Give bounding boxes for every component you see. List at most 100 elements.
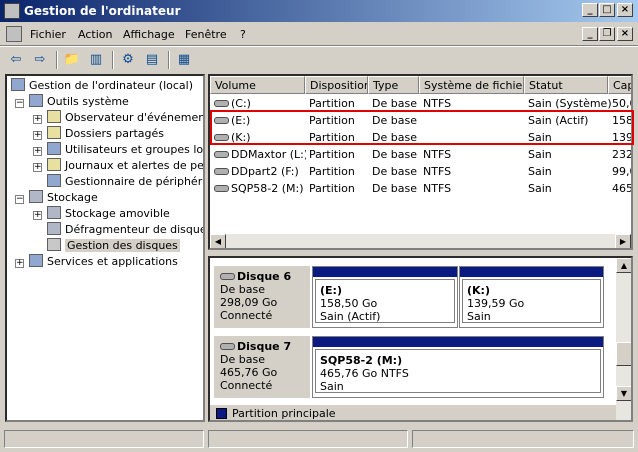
expand-toggle[interactable]: + xyxy=(33,131,42,140)
scroll-left-icon[interactable]: ◀ xyxy=(210,234,226,248)
disk-name: Disque 6 xyxy=(237,270,292,283)
volume-list[interactable]: Volume Disposition Type Système de fichi… xyxy=(208,74,633,250)
table-row[interactable]: SQP58-2 (M:) Partition De base NTFS Sain… xyxy=(210,180,633,197)
disk-graphical-view[interactable]: Disque 6 De base 298,09 Go Connecté (E:)… xyxy=(208,256,633,422)
status-panel xyxy=(208,430,408,448)
partition-band xyxy=(313,267,457,277)
disk-label-disque-6[interactable]: Disque 6 De base 298,09 Go Connecté xyxy=(214,266,310,328)
scroll-down-icon[interactable]: ▼ xyxy=(616,386,631,401)
partition-k[interactable]: (K:) 139,59 Go Sain xyxy=(459,266,604,328)
capacity-cell: 232, xyxy=(612,148,633,161)
drive-icon xyxy=(214,151,229,158)
expand-toggle[interactable]: + xyxy=(33,115,42,124)
column-header-statut[interactable]: Statut xyxy=(524,76,608,94)
type-cell: De base xyxy=(372,182,417,195)
legend: Partition principale xyxy=(210,404,616,420)
console-tree[interactable]: Gestion de l'ordinateur (local) − Outils… xyxy=(5,74,205,422)
menu-affichage[interactable]: Affichage xyxy=(123,28,175,41)
disposition-cell: Partition xyxy=(309,97,355,110)
disk-label-disque-7[interactable]: Disque 7 De base 465,76 Go Connecté xyxy=(214,336,310,398)
properties-icon[interactable]: ⚙ xyxy=(118,51,138,69)
tree-label: Journaux et alertes de performance xyxy=(65,159,204,172)
filesystem-cell: NTFS xyxy=(423,148,452,161)
tree-item-outils-systeme[interactable]: Outils système xyxy=(29,94,129,110)
table-row[interactable]: DDMaxtor (L:) Partition De base NTFS Sai… xyxy=(210,146,633,163)
expand-toggle[interactable]: + xyxy=(33,147,42,156)
volume-cell: (E:) xyxy=(214,112,304,129)
expand-toggle[interactable]: + xyxy=(33,211,42,220)
menu-action[interactable]: Action xyxy=(78,28,112,41)
expand-toggle[interactable]: + xyxy=(33,163,42,172)
help-icon[interactable]: ▤ xyxy=(142,51,162,69)
tree-item-stockage[interactable]: Stockage xyxy=(29,190,98,206)
tree-item-utilisateurs[interactable]: Utilisateurs et groupes locaux xyxy=(47,142,204,158)
scroll-thumb[interactable] xyxy=(616,342,631,366)
scroll-right-icon[interactable]: ▶ xyxy=(615,234,631,248)
table-row[interactable]: (C:) Partition De base NTFS Sain (Systèm… xyxy=(210,95,631,112)
up-folder-icon[interactable]: 📁 xyxy=(62,51,82,69)
tree-item-services[interactable]: Services et applications xyxy=(29,254,178,270)
mdi-minimize-button[interactable]: _ xyxy=(582,27,598,41)
collapse-toggle[interactable]: − xyxy=(15,99,24,108)
disposition-cell: Partition xyxy=(309,131,355,144)
tree-item-dossiers-partages[interactable]: Dossiers partagés xyxy=(47,126,164,142)
capacity-cell: 465, xyxy=(612,182,633,195)
menu-help[interactable]: ? xyxy=(240,28,246,41)
disposition-cell: Partition xyxy=(309,114,355,127)
status-cell: Sain xyxy=(528,165,552,178)
disposition-cell: Partition xyxy=(309,148,355,161)
show-tree-icon[interactable]: ▥ xyxy=(86,51,106,69)
close-button[interactable]: × xyxy=(617,3,633,17)
tree-label: Utilisateurs et groupes locaux xyxy=(65,143,204,156)
device-manager-icon xyxy=(47,174,61,187)
vertical-scrollbar[interactable]: ▲ ▼ xyxy=(616,258,631,420)
disk-size: 298,09 Go xyxy=(220,296,278,309)
disposition-cell: Partition xyxy=(309,182,355,195)
menu-fichier[interactable]: Fichier xyxy=(30,28,66,41)
partition-e[interactable]: (E:) 158,50 Go Sain (Actif) xyxy=(312,266,458,328)
menu-fenetre[interactable]: Fenêtre xyxy=(185,28,227,41)
tree-item-journaux[interactable]: Journaux et alertes de performance xyxy=(47,158,204,174)
capacity-cell: 50,0 xyxy=(612,97,631,110)
table-row[interactable]: DDpart2 (F:) Partition De base NTFS Sain… xyxy=(210,163,631,180)
column-header-filesystem[interactable]: Système de fichiers xyxy=(419,76,524,94)
partition-label: (E:) xyxy=(320,284,342,297)
tree-label: Stockage xyxy=(47,191,98,204)
column-header-type[interactable]: Type xyxy=(368,76,419,94)
drive-icon xyxy=(214,117,229,124)
expand-toggle[interactable]: + xyxy=(15,259,24,268)
partition-details: (K:) 139,59 Go Sain xyxy=(462,279,601,323)
partition-label: (K:) xyxy=(467,284,490,297)
partition-band xyxy=(460,267,603,277)
tree-item-defragmenteur[interactable]: Défragmenteur de disque xyxy=(47,222,203,238)
mdi-restore-button[interactable]: ❐ xyxy=(599,27,615,41)
maximize-button[interactable]: □ xyxy=(599,3,615,17)
mdi-close-button[interactable]: × xyxy=(617,27,633,41)
tree-item-gestionnaire[interactable]: Gestionnaire de périphériques xyxy=(47,174,203,190)
tree-item-stockage-amovible[interactable]: Stockage amovible xyxy=(47,206,170,222)
forward-arrow-icon[interactable]: ⇨ xyxy=(30,51,50,69)
mdi-window-icon[interactable] xyxy=(6,26,22,42)
drive-icon xyxy=(214,185,229,192)
tools-icon xyxy=(29,94,43,107)
tree-item-observateur[interactable]: Observateur d'événements xyxy=(47,110,203,126)
back-arrow-icon[interactable]: ⇦ xyxy=(6,51,26,69)
column-header-disposition[interactable]: Disposition xyxy=(305,76,368,94)
tree-root[interactable]: Gestion de l'ordinateur (local) xyxy=(11,78,193,94)
drive-icon xyxy=(214,100,229,107)
column-header-volume[interactable]: Volume xyxy=(210,76,305,94)
column-header-capacite[interactable]: Capa xyxy=(608,76,631,94)
scroll-up-icon[interactable]: ▲ xyxy=(616,258,631,273)
tree-item-gestion-disques[interactable]: Gestion des disques xyxy=(47,238,180,254)
horizontal-scrollbar[interactable]: ◀ ▶ xyxy=(210,234,631,248)
table-row[interactable]: (E:) Partition De base Sain (Actif) 158, xyxy=(210,112,631,129)
partition-m[interactable]: SQP58-2 (M:) 465,76 Go NTFS Sain xyxy=(312,336,604,398)
disk-management-icon[interactable]: ▦ xyxy=(174,51,194,69)
users-icon xyxy=(47,142,61,155)
partition-status: Sain (Actif) xyxy=(320,310,381,323)
collapse-toggle[interactable]: − xyxy=(15,195,24,204)
removable-storage-icon xyxy=(47,206,61,219)
minimize-button[interactable]: _ xyxy=(582,3,598,17)
partition-status: Sain xyxy=(467,310,491,323)
table-row[interactable]: (K:) Partition De base Sain 139, xyxy=(210,129,631,146)
